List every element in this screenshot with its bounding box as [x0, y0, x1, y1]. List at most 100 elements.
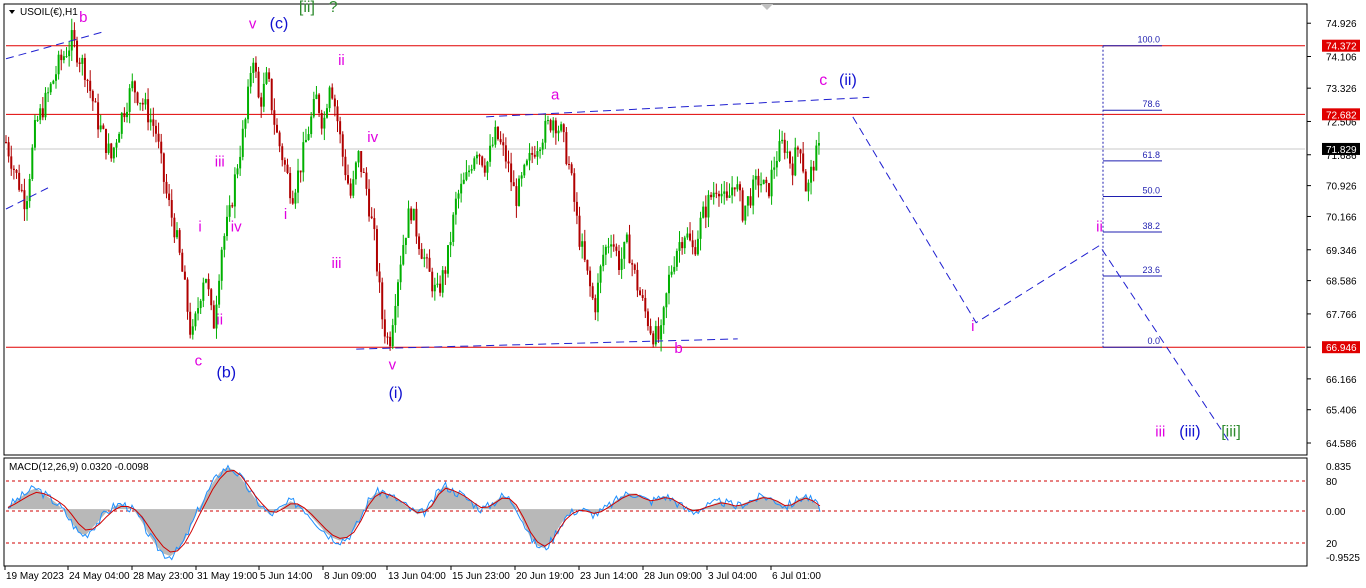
candle-body	[194, 313, 197, 327]
y-tick-label: 64.586	[1326, 439, 1357, 450]
candle-body	[773, 167, 776, 170]
candle-body	[654, 326, 657, 345]
candle-body	[304, 139, 307, 143]
candle-body	[315, 94, 318, 100]
candle-body	[91, 91, 94, 102]
x-tick-label: 28 May 23:00	[133, 571, 194, 582]
wave-label: b	[79, 9, 87, 26]
candle-body	[423, 257, 426, 259]
y-tick-label: 69.346	[1326, 246, 1357, 257]
candle-body	[599, 266, 602, 283]
candle-body	[344, 156, 347, 176]
candle-body	[760, 184, 763, 186]
candle-body	[273, 110, 276, 125]
candle-body	[410, 208, 413, 221]
candle-body	[94, 101, 97, 103]
candle-body	[149, 119, 152, 123]
candle-body	[131, 81, 134, 89]
candle-body	[715, 192, 718, 194]
wave-label: ?	[329, 0, 338, 16]
candle-body	[310, 116, 313, 135]
wave-label: i	[284, 206, 287, 223]
candle-body	[110, 143, 113, 159]
x-tick-label: 28 Jun 09:00	[644, 571, 702, 582]
candle	[452, 212, 455, 247]
candle-body	[144, 99, 147, 105]
wave-label: ii	[1096, 218, 1103, 235]
candle-body	[807, 182, 810, 192]
candle-body	[33, 120, 36, 148]
candle-body	[612, 244, 615, 247]
candle-body	[502, 142, 505, 146]
candle-body	[446, 245, 449, 274]
candle-body	[460, 183, 463, 194]
candle-body	[204, 278, 207, 283]
wave-label: iii	[1155, 423, 1165, 440]
candle-body	[504, 145, 507, 162]
candle-body	[389, 336, 392, 347]
candle-body	[670, 271, 673, 275]
wave-label: (iii)	[1179, 423, 1200, 440]
candle-body	[31, 147, 34, 179]
x-tick-label: 24 May 04:00	[69, 571, 130, 582]
candle-body	[744, 205, 747, 221]
candle-body	[673, 266, 676, 272]
candle	[412, 208, 415, 221]
candle-body	[491, 144, 494, 146]
candle-body	[781, 139, 784, 142]
chart: 100.0 78.6 61.8 50.0 38.2 23.6 0.0 b v (c) [ii] ? i…	[3, 0, 1360, 582]
candle-body	[176, 230, 179, 238]
candle	[76, 36, 79, 67]
candle-body	[483, 165, 486, 173]
candle-body	[686, 233, 689, 238]
candle-body	[141, 102, 144, 105]
candle-body	[299, 170, 302, 173]
candle-body	[373, 218, 376, 230]
macd-panel[interactable]	[3, 457, 1308, 567]
candle-body	[123, 113, 126, 118]
candle-body	[675, 250, 678, 267]
candle-body	[286, 164, 289, 174]
candle-body	[631, 263, 634, 265]
x-tick-label: 5 Jun 14:00	[260, 571, 313, 582]
candle-body	[323, 117, 326, 129]
candle-body	[20, 189, 23, 191]
candle-body	[494, 126, 497, 145]
candle-body	[347, 175, 350, 184]
candle-body	[704, 206, 707, 218]
candle-body	[568, 163, 571, 165]
candle-body	[767, 183, 770, 197]
candle-body	[12, 168, 15, 170]
candle-body	[667, 274, 670, 294]
candle-body	[573, 173, 576, 202]
candle-body	[420, 249, 423, 259]
candle-body	[562, 124, 565, 133]
candle-body	[512, 182, 515, 187]
candle-body	[531, 152, 534, 155]
candle-body	[147, 99, 150, 123]
candle-body	[173, 217, 176, 238]
candle-body	[307, 134, 310, 140]
candle-body	[397, 282, 400, 306]
candle-body	[510, 163, 513, 183]
candle-body	[378, 271, 381, 283]
candle-body	[804, 171, 807, 192]
candle-body	[65, 56, 68, 58]
candle-body	[341, 134, 344, 157]
candle-body	[791, 163, 794, 176]
candle-body	[518, 178, 521, 206]
candle-body	[247, 86, 250, 120]
candle-body	[375, 229, 378, 272]
candle-body	[810, 166, 813, 183]
candle-body	[236, 168, 239, 175]
candle-body	[162, 153, 165, 182]
candle-body	[623, 241, 626, 259]
wave-label: i	[198, 218, 201, 235]
candle-body	[249, 73, 252, 87]
candle-body	[536, 151, 539, 157]
candle-body	[26, 201, 29, 210]
candle-body	[691, 240, 694, 248]
x-tick-label: 19 May 2023	[6, 571, 64, 582]
candle-body	[425, 257, 428, 259]
candle-body	[796, 147, 799, 150]
